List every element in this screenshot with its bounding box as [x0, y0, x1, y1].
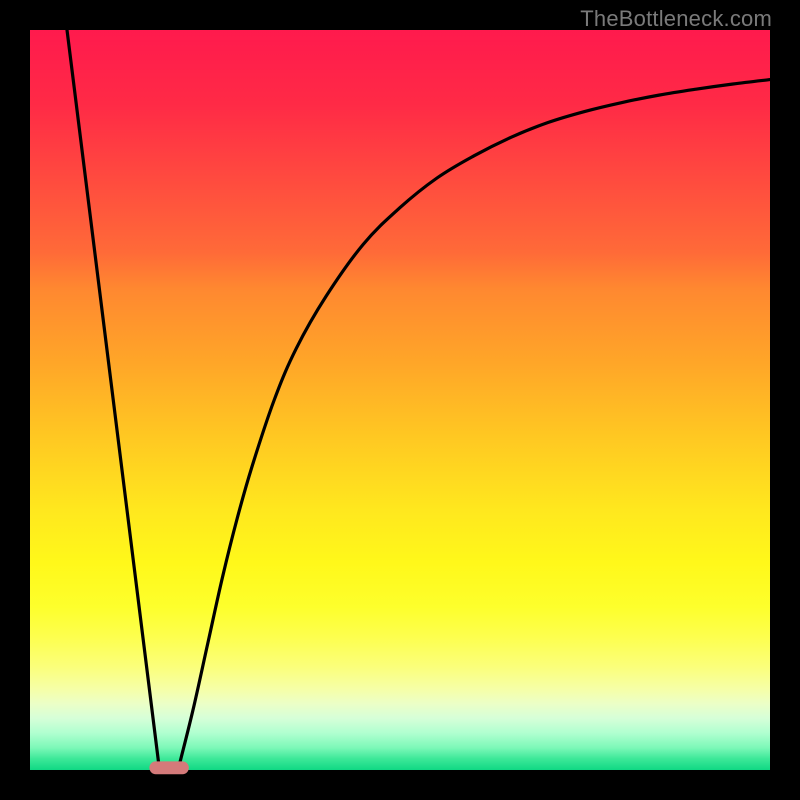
right-curve-line [178, 80, 770, 770]
chart-frame: TheBottleneck.com [0, 0, 800, 800]
plot-area [30, 30, 770, 770]
optimal-marker [150, 762, 188, 774]
curve-group [67, 30, 770, 770]
watermark-text: TheBottleneck.com [580, 6, 772, 32]
left-branch-line [67, 30, 160, 770]
chart-svg [30, 30, 770, 770]
